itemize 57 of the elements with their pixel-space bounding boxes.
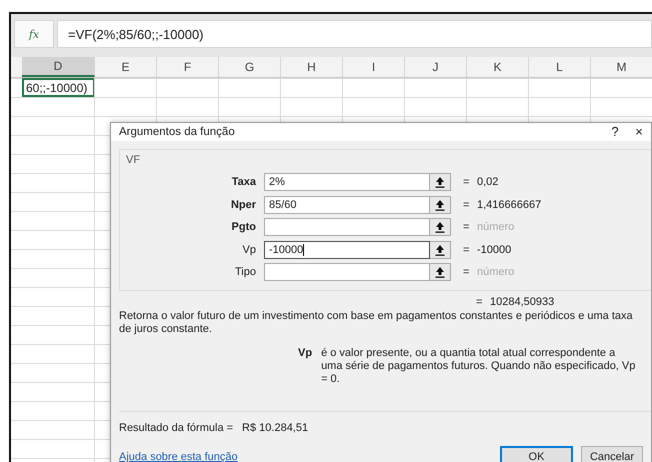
collapse-button[interactable]: [430, 240, 451, 259]
argument-result: 0,02: [477, 176, 498, 188]
formula-result: R$ 10.284,51: [242, 422, 308, 434]
column-header[interactable]: E: [95, 57, 157, 77]
close-button[interactable]: ×: [627, 124, 651, 140]
function-description: Retorna o valor futuro de um investimento com base em pagamentos constantes e periódicos e uma taxa de juros constante.: [119, 310, 634, 336]
cancel-button[interactable]: Cancelar: [581, 446, 643, 462]
formula-result-label: Resultado da fórmula =: [119, 422, 234, 434]
function-result: 10284,50933: [490, 296, 554, 308]
help-button[interactable]: ?: [603, 124, 627, 140]
arrow-up-icon: [435, 221, 445, 234]
column-header[interactable]: H: [281, 57, 343, 77]
collapse-button[interactable]: [430, 173, 451, 192]
argument-label: Vp: [242, 244, 257, 256]
argument-field[interactable]: 2%: [264, 173, 430, 192]
arrow-up-icon: [435, 176, 445, 188]
help-link[interactable]: Ajuda sobre esta função: [119, 451, 500, 462]
equals-sign: =: [463, 221, 470, 234]
argument-field[interactable]: 85/60: [264, 196, 430, 214]
column-header[interactable]: I: [343, 57, 405, 77]
column-header[interactable]: L: [529, 57, 591, 77]
parameter-name: Vp: [298, 347, 312, 361]
arrow-up-icon: [435, 266, 445, 278]
argument-label: Nper: [230, 198, 257, 211]
active-cell[interactable]: 60;;-10000): [22, 78, 95, 97]
column-header[interactable]: G: [219, 57, 281, 77]
column-header[interactable]: D: [22, 57, 95, 77]
argument-result: número: [477, 221, 514, 234]
equals-sign: =: [476, 296, 484, 308]
equals-sign: =: [463, 176, 470, 188]
arrow-up-icon: [435, 244, 445, 256]
collapse-button[interactable]: [430, 263, 451, 282]
formula-field[interactable]: =VF(2%;85/60;;-10000): [57, 20, 652, 48]
argument-label: Taxa: [230, 176, 257, 188]
argument-field[interactable]: [264, 263, 430, 282]
argument-field[interactable]: -10000: [264, 240, 430, 259]
argument-label: Pgto: [230, 221, 257, 234]
column-header[interactable]: J: [405, 57, 467, 77]
argument-result: -10000: [477, 244, 512, 256]
collapse-button[interactable]: [430, 218, 451, 236]
argument-label: Tipo: [234, 266, 257, 278]
arrow-up-icon: [435, 198, 445, 211]
function-icon[interactable]: fx: [14, 20, 54, 48]
column-header[interactable]: M: [591, 57, 652, 77]
collapse-button[interactable]: [430, 196, 451, 214]
function-name: VF: [126, 154, 140, 166]
column-header[interactable]: K: [467, 57, 529, 77]
equals-sign: =: [463, 198, 470, 211]
ok-button[interactable]: OK: [500, 446, 573, 462]
argument-result: número: [477, 266, 514, 278]
argument-field[interactable]: [264, 218, 430, 236]
equals-sign: =: [463, 266, 470, 278]
argument-result: 1,416666667: [477, 198, 542, 211]
equals-sign: =: [463, 244, 470, 256]
column-header[interactable]: F: [157, 57, 219, 77]
parameter-description: é o valor presente, ou a quantia total atual correspondente a uma série de pagamentos futuros. Quando não especificado, Vp = 0.: [321, 347, 636, 386]
dialog-title: Argumentos da função: [119, 126, 236, 138]
